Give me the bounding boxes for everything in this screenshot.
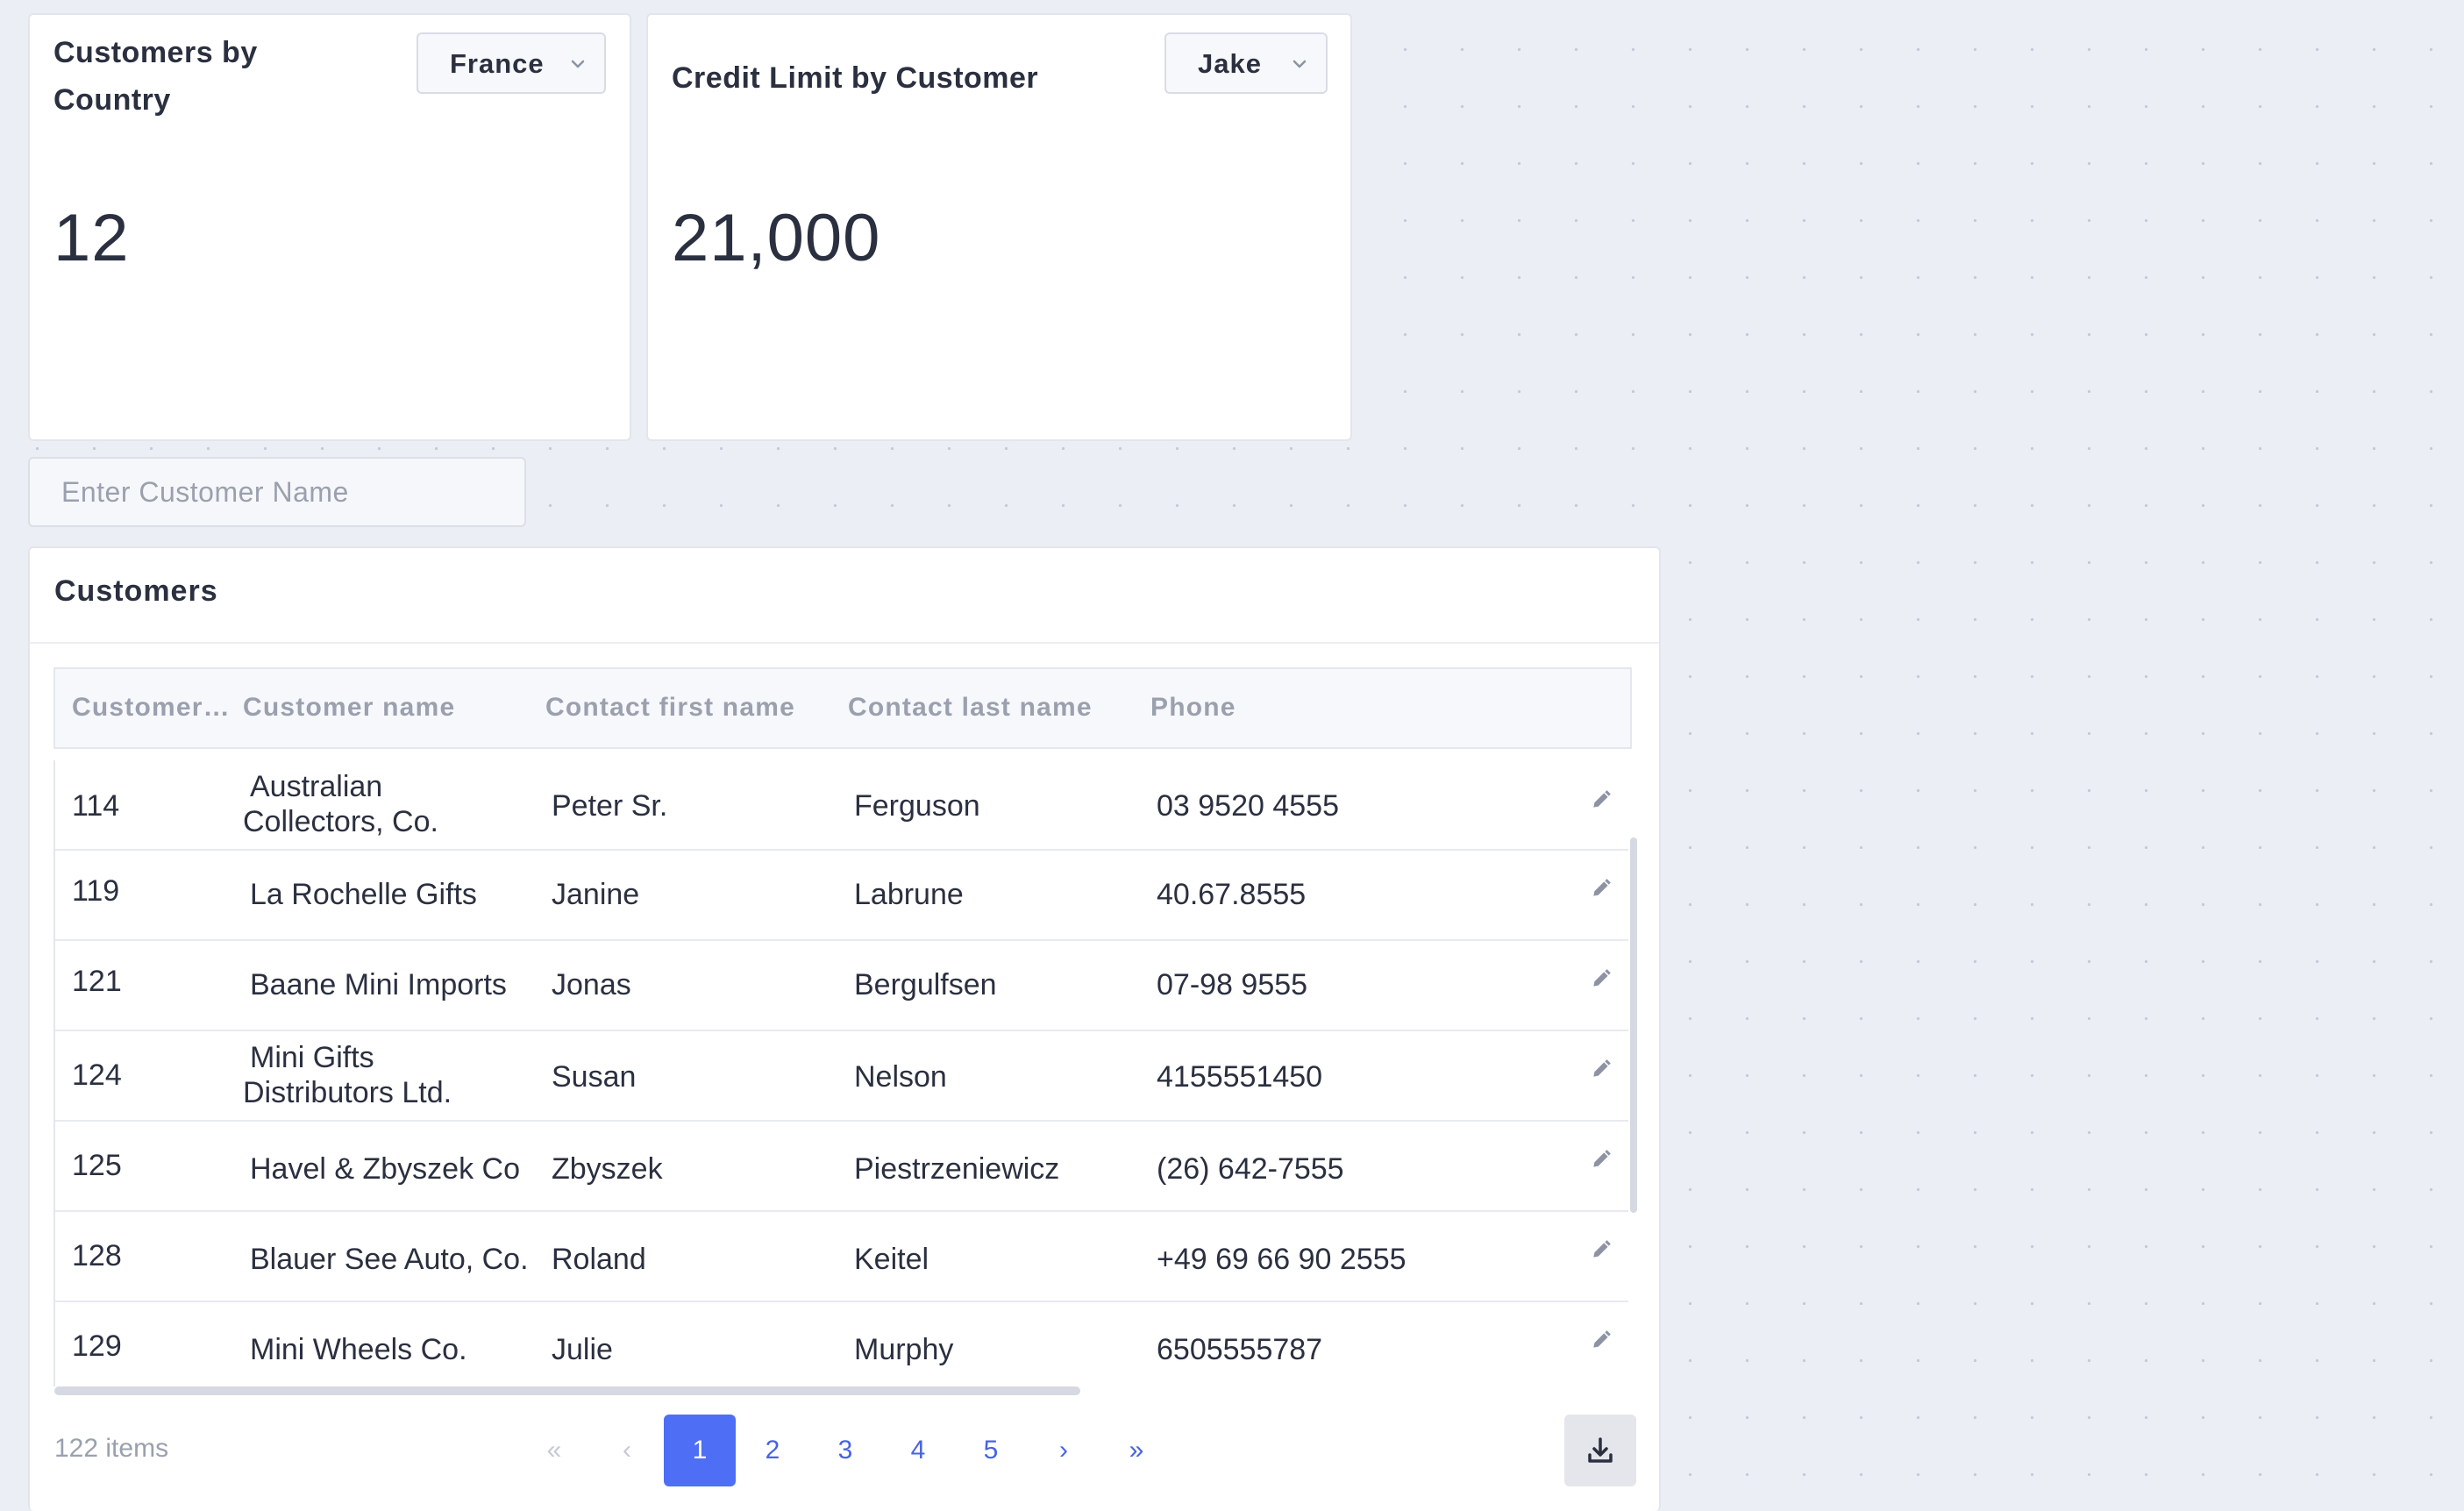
customers-table-card: Customers Customer… Customer name Contac… [28,546,1661,1511]
country-dropdown-value: France [450,48,545,79]
cell-customer-number: 121 [72,965,122,998]
cell-contact-first-name: Susan [552,1060,637,1094]
divider [30,642,1659,644]
customer-name-search-input[interactable] [28,457,526,527]
cell-phone: 07-98 9555 [1157,968,1308,1001]
pencil-icon[interactable] [1590,967,1613,990]
credit-limit-title: Credit Limit by Customer [672,61,1039,95]
cell-customer-name: Mini Wheels Co. [250,1333,467,1366]
cell-customer-name: Mini Gifts Distributors Ltd. [243,1041,452,1109]
table-row[interactable]: 124 Mini Gifts Distributors Ltd. Susan N… [55,1031,1628,1122]
pagination-page-1[interactable]: 1 [664,1415,736,1486]
pencil-icon[interactable] [1590,1329,1613,1351]
pencil-icon[interactable] [1590,1148,1613,1171]
cell-customer-name: Blauer See Auto, Co. [250,1243,529,1276]
cell-contact-first-name: Jonas [552,968,631,1001]
pagination-page-2[interactable]: 2 [737,1415,808,1486]
customer-dropdown-value: Jake [1198,48,1262,79]
cell-contact-first-name: Julie [552,1333,613,1366]
cell-contact-last-name: Bergulfsen [854,968,997,1001]
cell-customer-name: Havel & Zbyszek Co [250,1152,520,1186]
pagination-page-3[interactable]: 3 [809,1415,881,1486]
pagination-prev-button[interactable]: ‹ [591,1415,663,1486]
pencil-icon[interactable] [1590,788,1613,811]
column-header-contact-last-name[interactable]: Contact last name [848,693,1093,723]
customers-count-value: 12 [53,201,130,275]
chevron-down-icon [1293,60,1307,68]
cell-contact-first-name: Zbyszek [552,1152,663,1186]
table-row[interactable]: 119 La Rochelle Gifts Janine Labrune 40.… [55,851,1628,941]
cell-contact-last-name: Nelson [854,1060,947,1094]
horizontal-scrollbar[interactable] [54,1386,1080,1395]
cell-phone: 6505555787 [1157,1333,1323,1366]
cell-contact-first-name: Roland [552,1243,646,1276]
cell-customer-number: 129 [72,1329,122,1363]
table-row[interactable]: 121 Baane Mini Imports Jonas Bergulfsen … [55,941,1628,1031]
pencil-icon[interactable] [1590,1238,1613,1261]
cell-contact-first-name: Janine [552,878,640,911]
cell-customer-number: 125 [72,1149,122,1182]
customer-dropdown[interactable]: Jake [1164,32,1328,94]
table-body: 114 Australian Collectors, Co. Peter Sr.… [53,760,1632,1386]
pagination-next-button[interactable]: › [1028,1415,1100,1486]
table-header: Customer… Customer name Contact first na… [53,667,1632,749]
download-icon [1588,1437,1613,1463]
table-row[interactable]: 114 Australian Collectors, Co. Peter Sr.… [55,760,1628,851]
pagination-page-4[interactable]: 4 [882,1415,954,1486]
credit-limit-value: 21,000 [672,201,881,275]
cell-contact-last-name: Ferguson [854,789,980,823]
cell-contact-last-name: Keitel [854,1243,929,1276]
customers-by-country-card: Customers by Country France 12 [28,13,631,441]
pagination-page-5[interactable]: 5 [955,1415,1027,1486]
vertical-scrollbar[interactable] [1630,837,1637,1213]
cell-customer-name: Australian Collectors, Co. [243,770,438,838]
cell-contact-last-name: Murphy [854,1333,954,1366]
cell-phone: +49 69 66 90 2555 [1157,1243,1406,1276]
cell-contact-last-name: Piestrzeniewicz [854,1152,1060,1186]
items-count: 122 items [54,1434,169,1463]
pagination-last-button[interactable]: » [1100,1415,1172,1486]
table-row[interactable]: 128 Blauer See Auto, Co. Roland Keitel +… [55,1212,1628,1302]
cell-customer-number: 124 [72,1058,122,1092]
column-header-phone[interactable]: Phone [1150,693,1236,723]
pagination-first-button[interactable]: « [518,1415,590,1486]
column-header-customer-number[interactable]: Customer… [72,693,231,723]
cell-customer-name: La Rochelle Gifts [250,878,477,911]
customers-by-country-title: Customers by Country [53,36,258,117]
cell-contact-first-name: Peter Sr. [552,789,668,823]
cell-phone: 40.67.8555 [1157,878,1307,911]
cell-phone: (26) 642-7555 [1157,1152,1344,1186]
customers-table-title: Customers [54,574,218,608]
cell-customer-number: 119 [72,874,120,908]
chevron-down-icon [571,60,585,68]
download-button[interactable] [1564,1415,1636,1486]
column-header-customer-name[interactable]: Customer name [243,693,455,723]
cell-phone: 4155551450 [1157,1060,1323,1094]
cell-customer-number: 114 [72,789,120,823]
table-row[interactable]: 125 Havel & Zbyszek Co Zbyszek Piestrzen… [55,1122,1628,1212]
cell-customer-number: 128 [72,1239,122,1272]
cell-contact-last-name: Labrune [854,878,964,911]
country-dropdown[interactable]: France [417,32,606,94]
pencil-icon[interactable] [1590,877,1613,900]
cell-phone: 03 9520 4555 [1157,789,1339,823]
table-row[interactable]: 129 Mini Wheels Co. Julie Murphy 6505555… [55,1302,1628,1386]
credit-limit-card: Credit Limit by Customer Jake 21,000 [646,13,1352,441]
column-header-contact-first-name[interactable]: Contact first name [545,693,795,723]
cell-customer-name: Baane Mini Imports [250,968,507,1001]
pencil-icon[interactable] [1590,1058,1613,1080]
